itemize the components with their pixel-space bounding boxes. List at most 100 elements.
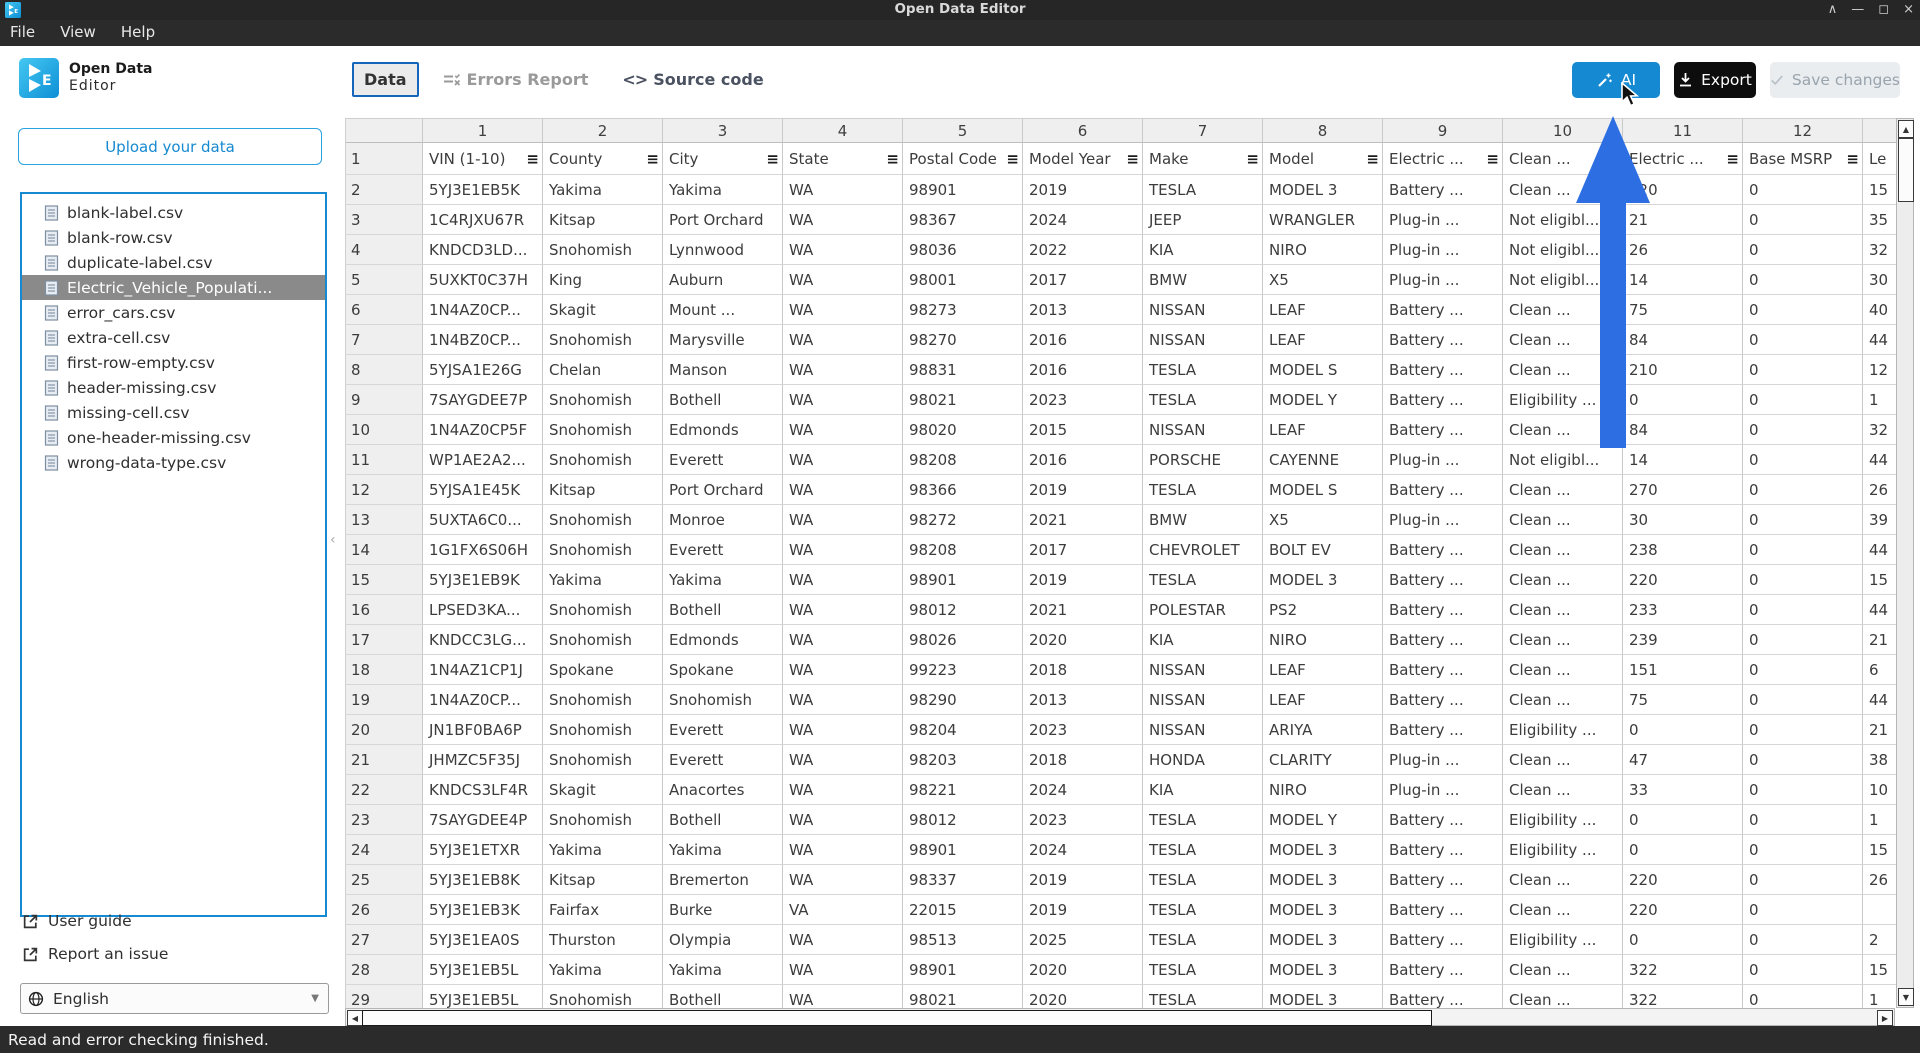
table-cell[interactable]: Plug-in ... <box>1383 205 1503 235</box>
table-cell[interactable]: Clean ... <box>1503 865 1623 895</box>
table-cell[interactable]: Snohomish <box>663 685 783 715</box>
table-cell[interactable]: WA <box>783 835 903 865</box>
table-cell[interactable]: 98204 <box>903 715 1023 745</box>
table-cell[interactable]: 2019 <box>1023 895 1143 925</box>
row-number[interactable]: 11 <box>345 445 423 475</box>
table-cell[interactable]: 1N4AZ0CP... <box>423 685 543 715</box>
table-cell[interactable]: Clean ... <box>1503 685 1623 715</box>
table-cell[interactable]: 7SAYGDEE7P <box>423 385 543 415</box>
row-number[interactable]: 28 <box>345 955 423 985</box>
table-cell[interactable]: Clean ... <box>1503 745 1623 775</box>
table-cell[interactable]: Clean ... <box>1503 505 1623 535</box>
table-cell[interactable]: 98012 <box>903 595 1023 625</box>
table-cell[interactable]: Everett <box>663 535 783 565</box>
row-number[interactable]: 25 <box>345 865 423 895</box>
table-cell[interactable]: 0 <box>1743 535 1863 565</box>
table-cell[interactable]: MODEL 3 <box>1263 985 1383 1008</box>
table-cell[interactable]: Battery ... <box>1383 895 1503 925</box>
table-cell[interactable]: 98020 <box>903 415 1023 445</box>
table-cell[interactable]: KIA <box>1143 775 1263 805</box>
table-cell[interactable]: 2019 <box>1023 865 1143 895</box>
table-cell[interactable]: WA <box>783 445 903 475</box>
table-cell[interactable]: 98021 <box>903 985 1023 1008</box>
table-cell[interactable]: 5YJ3E1EA0S <box>423 925 543 955</box>
table-cell[interactable]: WA <box>783 565 903 595</box>
column-number[interactable]: 3 <box>663 118 783 143</box>
table-cell[interactable]: 2019 <box>1023 565 1143 595</box>
table-cell[interactable]: 7SAYGDEE4P <box>423 805 543 835</box>
table-cell[interactable]: 270 <box>1623 475 1743 505</box>
table-cell[interactable]: 2019 <box>1023 175 1143 205</box>
table-cell[interactable]: 99223 <box>903 655 1023 685</box>
table-cell[interactable]: TESLA <box>1143 835 1263 865</box>
table-cell[interactable]: 47 <box>1623 745 1743 775</box>
table-cell[interactable]: 40 <box>1863 295 1897 325</box>
table-cell[interactable]: Clean ... <box>1503 595 1623 625</box>
table-cell[interactable]: 2021 <box>1023 505 1143 535</box>
table-cell[interactable]: Plug-in ... <box>1383 265 1503 295</box>
row-number[interactable]: 18 <box>345 655 423 685</box>
table-cell[interactable]: 98901 <box>903 955 1023 985</box>
table-cell[interactable]: Not eligibl... <box>1503 205 1623 235</box>
table-cell[interactable]: 0 <box>1743 715 1863 745</box>
table-cell[interactable]: Battery ... <box>1383 625 1503 655</box>
table-cell[interactable]: 98367 <box>903 205 1023 235</box>
table-cell[interactable]: 1 <box>1863 385 1897 415</box>
table-cell[interactable]: BMW <box>1143 265 1263 295</box>
table-cell[interactable]: 75 <box>1623 295 1743 325</box>
table-cell[interactable]: Bremerton <box>663 865 783 895</box>
table-cell[interactable]: Edmonds <box>663 415 783 445</box>
table-cell[interactable]: 15 <box>1863 565 1897 595</box>
table-cell[interactable]: 44 <box>1863 535 1897 565</box>
table-cell[interactable]: 2020 <box>1023 955 1143 985</box>
table-cell[interactable]: 44 <box>1863 595 1897 625</box>
table-cell[interactable]: 5UXTA6C0... <box>423 505 543 535</box>
row-number[interactable]: 9 <box>345 385 423 415</box>
file-item[interactable]: wrong-data-type.csv <box>22 450 325 475</box>
row-number[interactable]: 24 <box>345 835 423 865</box>
table-cell[interactable]: TESLA <box>1143 925 1263 955</box>
table-cell[interactable]: 5YJSA1E26G <box>423 355 543 385</box>
table-cell[interactable]: 1N4AZ1CP1J <box>423 655 543 685</box>
header-cell[interactable]: Electric ...≡ <box>1383 143 1503 175</box>
table-cell[interactable]: Snohomish <box>543 235 663 265</box>
table-cell[interactable]: X5 <box>1263 505 1383 535</box>
file-item[interactable]: one-header-missing.csv <box>22 425 325 450</box>
table-cell[interactable]: 2024 <box>1023 205 1143 235</box>
table-cell[interactable]: Skagit <box>543 295 663 325</box>
table-cell[interactable]: 233 <box>1623 595 1743 625</box>
row-number[interactable]: 21 <box>345 745 423 775</box>
table-cell[interactable]: TESLA <box>1143 985 1263 1008</box>
table-cell[interactable]: 0 <box>1743 745 1863 775</box>
table-cell[interactable]: NIRO <box>1263 625 1383 655</box>
table-cell[interactable]: WA <box>783 385 903 415</box>
table-cell[interactable]: 15 <box>1863 835 1897 865</box>
file-item[interactable]: header-missing.csv <box>22 375 325 400</box>
table-cell[interactable]: 22015 <box>903 895 1023 925</box>
table-cell[interactable]: 5YJ3E1ETXR <box>423 835 543 865</box>
row-number[interactable]: 3 <box>345 205 423 235</box>
table-cell[interactable]: Marysville <box>663 325 783 355</box>
table-cell[interactable]: Eligibility ... <box>1503 805 1623 835</box>
row-number[interactable]: 19 <box>345 685 423 715</box>
table-cell[interactable]: 0 <box>1743 685 1863 715</box>
table-cell[interactable]: CAYENNE <box>1263 445 1383 475</box>
table-cell[interactable]: 39 <box>1863 505 1897 535</box>
column-number[interactable]: 1 <box>423 118 543 143</box>
table-cell[interactable]: WA <box>783 535 903 565</box>
table-cell[interactable]: KNDCD3LD... <box>423 235 543 265</box>
table-cell[interactable]: Clean ... <box>1503 895 1623 925</box>
table-cell[interactable]: 0 <box>1623 835 1743 865</box>
table-cell[interactable]: 0 <box>1623 385 1743 415</box>
header-cell[interactable]: VIN (1-10)≡ <box>423 143 543 175</box>
table-cell[interactable]: Clean ... <box>1503 415 1623 445</box>
table-cell[interactable]: JHMZC5F35J <box>423 745 543 775</box>
table-cell[interactable]: 0 <box>1743 445 1863 475</box>
table-cell[interactable]: 2018 <box>1023 655 1143 685</box>
table-cell[interactable]: 1 <box>1863 985 1897 1008</box>
table-cell[interactable]: WA <box>783 775 903 805</box>
table-cell[interactable]: WA <box>783 865 903 895</box>
table-cell[interactable]: 2025 <box>1023 925 1143 955</box>
table-cell[interactable]: WA <box>783 265 903 295</box>
table-cell[interactable]: JEEP <box>1143 205 1263 235</box>
